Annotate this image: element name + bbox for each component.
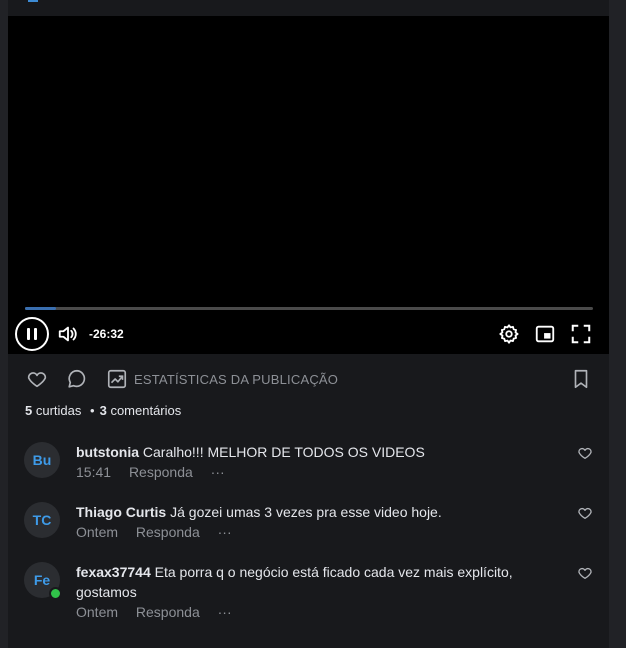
more-options-button[interactable]: ··· bbox=[218, 604, 232, 620]
comment-text: Já gozei umas 3 vezes pra esse video hoj… bbox=[170, 504, 442, 520]
fullscreen-icon bbox=[571, 324, 591, 344]
comment-button[interactable] bbox=[65, 367, 89, 391]
comment-body: butstonia Caralho!!! MELHOR DE TODOS OS … bbox=[76, 442, 566, 482]
avatar[interactable]: TC bbox=[24, 502, 60, 538]
heart-icon bbox=[578, 447, 592, 459]
progress-fill bbox=[25, 307, 57, 310]
comments-label: comentários bbox=[110, 403, 182, 418]
comment-username[interactable]: butstonia bbox=[76, 444, 139, 460]
picture-in-picture-icon bbox=[535, 325, 555, 343]
fullscreen-button[interactable] bbox=[569, 322, 593, 346]
comment-meta: Ontem Responda ··· bbox=[76, 522, 566, 542]
post-actions: ESTATÍSTICAS DA PUBLICAÇÃO bbox=[8, 365, 609, 395]
comment-icon bbox=[68, 369, 86, 388]
separator: • bbox=[90, 403, 95, 418]
online-status-dot bbox=[49, 587, 62, 600]
comment-body: fexax37744 Eta porra q o negócio está fi… bbox=[76, 562, 566, 622]
comment-like-button[interactable] bbox=[576, 444, 594, 462]
comment-time: 15:41 bbox=[76, 464, 112, 480]
bookmark-icon-top[interactable] bbox=[28, 0, 38, 2]
more-options-button[interactable]: ··· bbox=[218, 524, 232, 540]
reply-button[interactable]: Responda bbox=[136, 524, 200, 540]
comments-count[interactable]: 3 bbox=[100, 403, 107, 418]
comment-like-button[interactable] bbox=[576, 564, 594, 582]
bookmark-icon bbox=[574, 369, 588, 389]
comment-meta: Ontem Responda ··· bbox=[76, 602, 566, 622]
comment-text: Caralho!!! MELHOR DE TODOS OS VIDEOS bbox=[142, 444, 425, 460]
post-panel: -26:32 ESTATÍSTICAS DA PUBLICAÇÃO 5 curt… bbox=[8, 0, 609, 648]
pause-button[interactable] bbox=[15, 317, 49, 351]
volume-icon bbox=[58, 326, 77, 342]
comment-username[interactable]: Thiago Curtis bbox=[76, 504, 166, 520]
chart-icon bbox=[107, 369, 127, 389]
time-remaining: -26:32 bbox=[89, 327, 124, 341]
comment-username[interactable]: fexax37744 bbox=[76, 564, 151, 580]
reply-button[interactable]: Responda bbox=[136, 604, 200, 620]
heart-icon bbox=[578, 507, 592, 519]
likes-count[interactable]: 5 bbox=[25, 403, 32, 418]
heart-icon bbox=[578, 567, 592, 579]
comment-body: Thiago Curtis Já gozei umas 3 vezes pra … bbox=[76, 502, 566, 542]
post-counts: 5 curtidas • 3 comentários bbox=[25, 403, 181, 418]
comment-like-button[interactable] bbox=[576, 504, 594, 522]
settings-button[interactable] bbox=[497, 322, 521, 346]
save-button[interactable] bbox=[569, 367, 593, 391]
gear-icon bbox=[499, 324, 519, 344]
pip-button[interactable] bbox=[533, 322, 557, 346]
comment-meta: 15:41 Responda ··· bbox=[76, 462, 566, 482]
heart-icon bbox=[27, 372, 47, 388]
comment-time: Ontem bbox=[76, 524, 119, 540]
stats-button[interactable] bbox=[105, 367, 129, 391]
progress-bar[interactable] bbox=[25, 307, 593, 310]
like-button[interactable] bbox=[25, 367, 49, 391]
video-player[interactable]: -26:32 bbox=[8, 16, 609, 354]
avatar[interactable]: Bu bbox=[24, 442, 60, 478]
reply-button[interactable]: Responda bbox=[129, 464, 193, 480]
comment-time: Ontem bbox=[76, 604, 119, 620]
top-strip bbox=[8, 0, 609, 16]
more-options-button[interactable]: ··· bbox=[211, 464, 225, 480]
pause-icon bbox=[27, 328, 30, 340]
volume-button[interactable] bbox=[56, 322, 80, 346]
likes-label: curtidas bbox=[35, 403, 82, 418]
stats-label[interactable]: ESTATÍSTICAS DA PUBLICAÇÃO bbox=[134, 372, 338, 387]
